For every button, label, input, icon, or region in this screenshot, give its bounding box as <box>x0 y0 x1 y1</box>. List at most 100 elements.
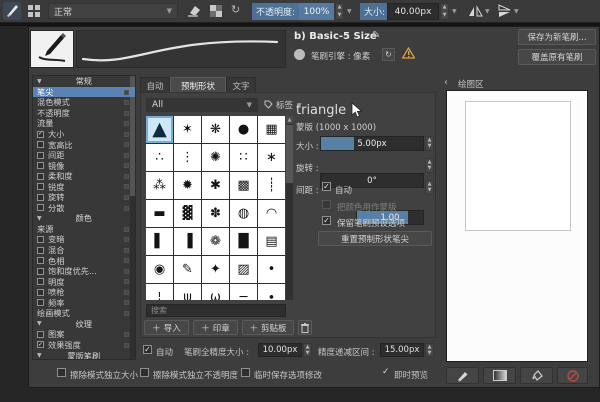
opacity-value[interactable]: 100% <box>299 3 334 20</box>
brush-tip-cell[interactable]: ∷ <box>230 144 257 171</box>
save-as-new-brush-button[interactable]: 保存为新笔刷... <box>518 29 596 45</box>
tip-rotation-spinner[interactable]: ▲ ▼ <box>425 158 434 173</box>
option-checkbox[interactable]: ✓ <box>37 130 44 138</box>
stamp-button[interactable]: ＋印章 <box>193 320 238 335</box>
brush-tip-cell[interactable]: ┊ <box>258 172 285 199</box>
mirror-horizontal-icon[interactable] <box>468 4 484 19</box>
scratchpad-collapse-icon[interactable]: ‹ <box>444 77 448 88</box>
instant-preview-check-icon[interactable]: ✓ <box>382 367 390 377</box>
brush-tip-cell[interactable]: ❋ <box>202 116 229 143</box>
brush-tip-cell[interactable]: ✱ <box>202 172 229 199</box>
option-checkbox[interactable] <box>37 204 44 212</box>
reload-engine-icon[interactable]: ↻ <box>382 48 395 61</box>
rename-preset-icon[interactable]: ✎ <box>372 30 380 41</box>
brush-tip-cell[interactable]: ● <box>230 116 257 143</box>
option-checkbox[interactable] <box>37 278 44 286</box>
tab-predefined[interactable]: 预制形状 <box>170 77 226 93</box>
brush-tip-cell[interactable]: ∴ <box>146 144 173 171</box>
options-section-header[interactable]: ▼ 蒙版笔刷 <box>33 350 135 360</box>
option-checkbox[interactable] <box>37 193 44 201</box>
krita-logo-icon[interactable] <box>3 2 21 20</box>
mirror-vertical-dropdown-icon[interactable]: ▼ <box>514 8 519 15</box>
option-checkbox[interactable] <box>37 267 44 275</box>
size-dropdown-icon[interactable]: ▼ <box>452 8 457 15</box>
brush-tip-cell[interactable]: ⁂ <box>146 172 173 199</box>
brush-tip-cell[interactable]: ─ <box>230 284 257 300</box>
brush-tip-cell[interactable]: ∙ <box>258 284 285 300</box>
tip-size-spinner[interactable]: ▲ ▼ <box>425 136 434 151</box>
brush-tip-cell[interactable]: ▦ <box>258 116 285 143</box>
brush-tip-cell[interactable]: ◍ <box>230 200 257 227</box>
brush-tip-cell[interactable]: ∗ <box>258 144 285 171</box>
brush-tip-cell[interactable]: ▬ <box>146 200 173 227</box>
grid-scrollbar[interactable]: ▲ <box>286 116 293 300</box>
full-precision-spinner[interactable]: ▲ ▼ <box>303 343 312 357</box>
option-checkbox[interactable]: ✓ <box>37 341 44 349</box>
reset-tip-button[interactable]: 重置预制形状笔尖 <box>318 231 432 246</box>
preserve-preset-checkbox[interactable]: ✓ <box>322 216 331 225</box>
tag-filter-select[interactable]: All ▼ <box>146 98 258 112</box>
brush-tip-cell[interactable]: ▩ <box>230 172 257 199</box>
scratchpad-canvas[interactable] <box>446 90 588 362</box>
brush-tip-cell[interactable]: ▲ <box>146 116 173 143</box>
brush-tip-cell[interactable]: ✎ <box>174 256 201 283</box>
mirror-vertical-icon[interactable] <box>497 4 513 19</box>
search-input[interactable] <box>146 304 286 317</box>
eraser-opacity-checkbox[interactable] <box>140 368 149 377</box>
brush-tip-cell[interactable]: ▤ <box>258 228 285 255</box>
opacity-spinner[interactable]: ▲ ▼ <box>335 3 344 20</box>
temp-save-checkbox[interactable] <box>241 368 250 377</box>
brush-tip-cell[interactable]: ⋮ <box>174 144 201 171</box>
spacing-auto-checkbox[interactable]: ✓ <box>322 182 331 191</box>
blend-mode-select[interactable]: 正常 ▼ <box>48 3 178 19</box>
fade-precision-value[interactable]: 15.00px <box>380 343 424 357</box>
scratchpad-fill-color-button[interactable] <box>520 367 553 384</box>
workspace-chooser-icon[interactable] <box>28 5 41 18</box>
import-button[interactable]: ＋导入 <box>144 320 189 335</box>
tag-button-label[interactable]: 标签 <box>276 99 293 111</box>
preserve-alpha-icon[interactable] <box>210 5 222 17</box>
brush-tip-cell[interactable]: ✹ <box>174 172 201 199</box>
tag-icon[interactable] <box>264 100 273 112</box>
option-checkbox[interactable] <box>37 183 44 191</box>
option-checkbox[interactable] <box>37 141 44 149</box>
opacity-dropdown-icon[interactable]: ▼ <box>347 8 352 15</box>
size-spinner[interactable]: ▲ ▼ <box>440 3 449 20</box>
scratchpad-paint-button[interactable] <box>446 367 479 384</box>
clipboard-button[interactable]: ＋剪贴板 <box>242 320 294 335</box>
size-value[interactable]: 40.00px <box>387 3 439 20</box>
option-checkbox[interactable] <box>37 330 44 338</box>
fade-precision-spinner[interactable]: ▲ ▼ <box>425 343 434 357</box>
brush-tip-cell[interactable]: ¦ <box>146 284 173 300</box>
brush-tip-cell[interactable]: ψ <box>174 284 201 300</box>
mirror-horizontal-dropdown-icon[interactable]: ▼ <box>485 8 490 15</box>
brush-tip-cell[interactable]: ▐ <box>174 228 201 255</box>
option-checkbox[interactable] <box>37 172 44 180</box>
tip-spacing-spinner[interactable]: ▲ ▼ <box>425 180 434 195</box>
tab-text[interactable]: 文字 <box>226 77 256 93</box>
brush-tip-cell[interactable]: ω <box>202 284 229 300</box>
option-checkbox[interactable] <box>37 299 44 307</box>
brush-tip-cell[interactable]: • <box>258 256 285 283</box>
eraser-mode-icon[interactable] <box>186 4 201 18</box>
option-checkbox[interactable] <box>37 162 44 170</box>
option-checkbox[interactable] <box>37 235 44 243</box>
brush-tip-cell[interactable]: ✽ <box>202 200 229 227</box>
brush-tip-cell[interactable]: ✶ <box>174 116 201 143</box>
option-checkbox[interactable] <box>37 151 44 159</box>
brush-tip-cell[interactable]: ✦ <box>202 256 229 283</box>
brush-tip-cell[interactable]: ❁ <box>202 228 229 255</box>
option-checkbox[interactable] <box>37 288 44 296</box>
tip-size-slider[interactable]: 5.00px <box>320 136 424 151</box>
option-checkbox[interactable] <box>37 257 44 265</box>
brush-tip-cell[interactable]: ✺ <box>202 144 229 171</box>
brush-tip-cell[interactable]: ▓ <box>174 200 201 227</box>
brush-tip-cell[interactable]: ▨ <box>230 256 257 283</box>
delete-tip-button[interactable] <box>298 320 312 335</box>
brush-tip-cell[interactable]: █ <box>230 228 257 255</box>
brush-tip-cell[interactable]: ◠ <box>258 200 285 227</box>
option-checkbox[interactable] <box>37 246 44 254</box>
overwrite-brush-button[interactable]: 覆盖原有笔刷 <box>518 49 596 65</box>
tab-auto[interactable]: 自动 <box>140 77 170 93</box>
scratchpad-fill-gradient-button[interactable] <box>483 367 516 384</box>
